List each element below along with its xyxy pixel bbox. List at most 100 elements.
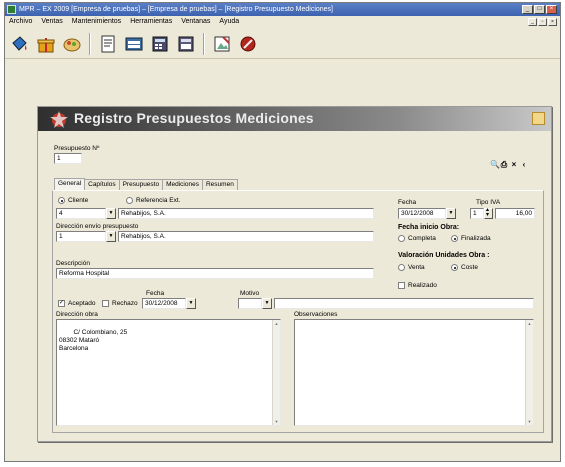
mdi-controls: _ ▫ × xyxy=(528,18,557,26)
toolbar-separator xyxy=(89,32,91,55)
address-code-field[interactable]: 1 xyxy=(56,231,106,242)
client-radio-label: Cliente xyxy=(68,197,89,204)
reason-description-field[interactable] xyxy=(274,298,534,309)
valuation-label: Valoración Unidades Obra : xyxy=(398,252,490,259)
accepted-label: Aceptado xyxy=(68,300,96,307)
accepted-check: ✓ xyxy=(58,300,65,307)
address-label: Dirección envío presupuesto xyxy=(56,223,139,230)
menu-ventanas[interactable]: Ventanas xyxy=(181,16,210,28)
tools-icon[interactable] xyxy=(237,33,259,55)
mdi-minimize-button[interactable]: _ xyxy=(528,18,537,26)
menu-ventas[interactable]: Ventas xyxy=(41,16,62,28)
tab-general[interactable]: General xyxy=(54,178,86,190)
accepted-checkbox[interactable]: ✓ Aceptado xyxy=(58,300,95,307)
work-address-textarea[interactable]: C/ Colombiano, 25 08302 Mataró Barcelona… xyxy=(56,319,281,426)
finished-radio-dot xyxy=(451,235,458,242)
vat-label: Tipo IVA xyxy=(476,199,501,206)
date-field[interactable]: 30/12/2008 xyxy=(398,208,446,219)
client-name-field[interactable]: Rehabijos, S.A. xyxy=(118,208,374,219)
complete-radio[interactable]: Completa xyxy=(398,235,436,242)
vat-spinner[interactable] xyxy=(484,206,493,219)
dialog-title: Registro Presupuestos Mediciones xyxy=(74,110,314,126)
date-dropdown-button[interactable]: ▼ xyxy=(446,208,456,219)
observations-label: Observaciones xyxy=(294,311,338,318)
rejected-checkbox[interactable]: Rechazo xyxy=(102,300,138,307)
cost-radio[interactable]: Coste xyxy=(451,264,478,271)
finished-radio[interactable]: Finalizada xyxy=(451,235,491,242)
date-label: Fecha xyxy=(398,199,417,206)
address-dropdown-button[interactable]: ▼ xyxy=(106,231,116,242)
dialog-header: Registro Presupuestos Mediciones xyxy=(38,107,551,131)
description-label: Descripción xyxy=(56,260,90,267)
rejected-label: Rechazo xyxy=(112,300,138,307)
calculator-icon[interactable] xyxy=(149,33,171,55)
app-icon xyxy=(7,5,16,14)
ref-ext-radio-dot xyxy=(126,197,133,204)
menu-herramientas[interactable]: Herramientas xyxy=(130,16,172,28)
reason-dropdown-button[interactable]: ▼ xyxy=(262,298,272,309)
calculator-alt-icon[interactable] xyxy=(175,33,197,55)
image-edit-icon[interactable] xyxy=(211,33,233,55)
reason-code-field[interactable] xyxy=(238,298,262,309)
work-address-scrollbar[interactable]: ▲ ▼ xyxy=(272,320,280,425)
work-address-text: C/ Colombiano, 25 08302 Mataró Barcelona xyxy=(59,329,128,352)
ref-ext-radio[interactable]: Referencia Ext. xyxy=(126,197,180,204)
vat-rate-field[interactable]: 16,00 xyxy=(495,208,535,219)
client-radio[interactable]: Cliente xyxy=(58,197,88,204)
search-icon[interactable]: 🔍 xyxy=(490,160,500,169)
registro-presupuestos-dialog: Registro Presupuestos Mediciones Presupu… xyxy=(37,106,552,442)
budget-no-field[interactable]: 1 xyxy=(54,153,82,164)
realized-check xyxy=(398,282,405,289)
toolbar-separator xyxy=(203,32,205,55)
realized-label: Realizado xyxy=(408,282,437,289)
mdi-restore-button[interactable]: ▫ xyxy=(538,18,547,26)
cost-radio-dot xyxy=(451,264,458,271)
dialog-close-button[interactable] xyxy=(532,112,545,125)
delete-icon[interactable]: × xyxy=(510,160,518,169)
budget-no-label: Presupuesto Nº xyxy=(54,145,100,152)
mdi-workarea: Registro Presupuestos Mediciones Presupu… xyxy=(6,60,559,460)
maximize-button[interactable]: □ xyxy=(534,5,545,14)
print-icon[interactable]: ⎙ xyxy=(500,160,508,169)
food-bowl-icon[interactable] xyxy=(61,33,83,55)
accepted-date-label: Fecha xyxy=(146,290,165,297)
sale-label: Venta xyxy=(408,264,425,271)
sale-radio-dot xyxy=(398,264,405,271)
ref-ext-radio-label: Referencia Ext. xyxy=(136,197,181,204)
paint-bucket-icon[interactable] xyxy=(9,33,31,55)
accepted-date-dropdown[interactable]: ▼ xyxy=(186,298,196,309)
address-name-field[interactable]: Rehabijos, S.A. xyxy=(118,231,374,242)
menu-mantenimientos[interactable]: Mantenimientos xyxy=(72,16,121,28)
observations-textarea[interactable]: ▲ ▼ xyxy=(294,319,534,426)
minimize-button[interactable]: _ xyxy=(522,5,533,14)
work-phase-label: Fecha inicio Obra: xyxy=(398,224,460,231)
logo-icon xyxy=(50,111,68,128)
cost-label: Coste xyxy=(461,264,478,271)
observations-scrollbar[interactable]: ▲ ▼ xyxy=(525,320,533,425)
date-extra xyxy=(198,298,204,309)
title-bar[interactable]: MPR – EX 2009 [Empresa de pruebas] – [Em… xyxy=(5,3,560,16)
description-field[interactable]: Reforma Hospital xyxy=(56,268,374,279)
menu-archivo[interactable]: Archivo xyxy=(9,16,32,28)
client-dropdown-button[interactable]: ▼ xyxy=(106,208,116,219)
mdi-close-button[interactable]: × xyxy=(548,18,557,26)
client-code-field[interactable]: 4 xyxy=(56,208,106,219)
client-radio-dot xyxy=(58,197,65,204)
sale-radio[interactable]: Venta xyxy=(398,264,425,271)
document-icon[interactable] xyxy=(97,33,119,55)
accepted-date-field[interactable]: 30/12/2008 xyxy=(142,298,186,309)
record-nav: 🔍 ⎙ × ‹ xyxy=(490,160,528,169)
work-address-label: Dirección obra xyxy=(56,311,98,318)
gift-icon[interactable] xyxy=(35,33,57,55)
rejected-check xyxy=(102,300,109,307)
toolbar xyxy=(5,29,560,59)
folder-stack-icon[interactable] xyxy=(123,33,145,55)
complete-radio-dot xyxy=(398,235,405,242)
menu-ayuda[interactable]: Ayuda xyxy=(219,16,239,28)
back-icon[interactable]: ‹ xyxy=(520,160,528,169)
vat-code-field[interactable]: 1 xyxy=(470,208,484,219)
realized-checkbox[interactable]: Realizado xyxy=(398,282,437,289)
window-controls: _ □ × xyxy=(522,5,557,14)
finished-label: Finalizada xyxy=(461,235,491,242)
close-button[interactable]: × xyxy=(546,5,557,14)
